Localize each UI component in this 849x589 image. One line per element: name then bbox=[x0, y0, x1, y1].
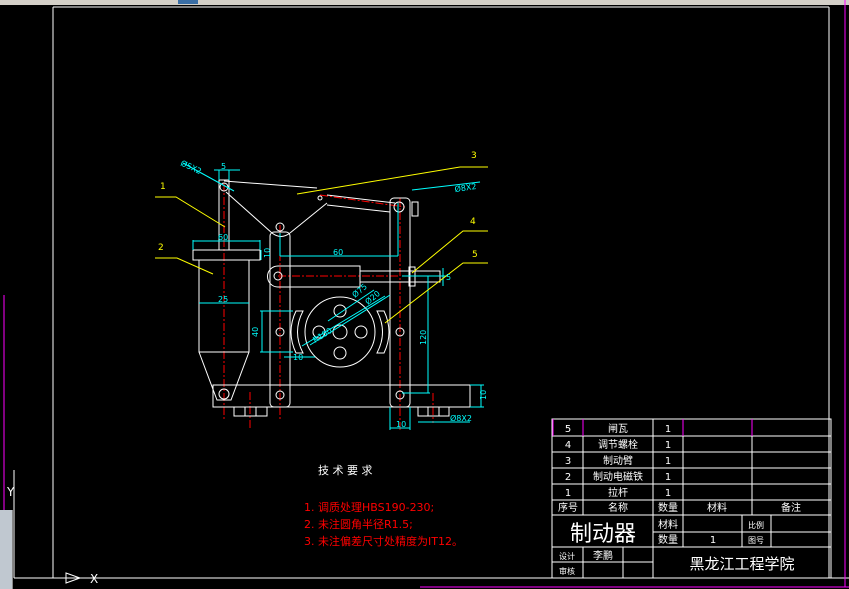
svg-text:10: 10 bbox=[396, 420, 406, 429]
svg-text:2: 2 bbox=[565, 472, 571, 483]
svg-text:调节螺栓: 调节螺栓 bbox=[598, 438, 638, 451]
callout-labels: 1 2 3 4 5 bbox=[158, 151, 478, 260]
svg-text:10: 10 bbox=[263, 248, 272, 258]
svg-text:60: 60 bbox=[218, 233, 228, 242]
svg-text:1: 1 bbox=[565, 488, 571, 499]
svg-text:25: 25 bbox=[218, 295, 228, 304]
cad-drawing-canvas[interactable]: 1 2 3 4 5 Ø5X2 5 60 10 25 60 Ø8X2 40 10 … bbox=[0, 0, 849, 589]
svg-text:4: 4 bbox=[565, 440, 571, 451]
svg-text:X: X bbox=[90, 572, 98, 586]
callout-1: 1 bbox=[160, 182, 166, 192]
svg-text:1: 1 bbox=[710, 535, 716, 546]
svg-text:Y: Y bbox=[6, 485, 15, 499]
svg-text:制动臂: 制动臂 bbox=[603, 454, 633, 467]
ucs-labels: Y X bbox=[6, 485, 98, 586]
svg-text:1: 1 bbox=[665, 488, 671, 499]
callout-4: 4 bbox=[470, 217, 476, 227]
school-name: 黑龙江工程学院 bbox=[689, 555, 794, 573]
svg-text:10: 10 bbox=[293, 353, 303, 362]
note-2: 2. 未注圆角半径R1.5; bbox=[304, 517, 413, 531]
svg-text:R100: R100 bbox=[311, 326, 333, 345]
title-block: 5 闸瓦 1 4 调节螺栓 1 3 制动臂 1 2 制动电磁铁 1 1 拉杆 1 序号 名称 数量 … bbox=[558, 422, 801, 576]
callout-2: 2 bbox=[158, 243, 164, 253]
svg-text:60: 60 bbox=[333, 248, 343, 257]
svg-text:数量: 数量 bbox=[658, 533, 678, 546]
callout-3: 3 bbox=[471, 151, 477, 161]
svg-text:比例: 比例 bbox=[748, 520, 764, 530]
svg-text:Ø8X2: Ø8X2 bbox=[454, 181, 477, 194]
centerlines bbox=[223, 183, 434, 430]
svg-text:Ø5X2: Ø5X2 bbox=[179, 158, 203, 176]
technical-requirements: 技 术 要 求 1. 调质处理HBS190-230; 2. 未注圆角半径R1.5… bbox=[304, 464, 463, 548]
note-1: 1. 调质处理HBS190-230; bbox=[304, 501, 434, 514]
drawing-frame bbox=[14, 6, 849, 579]
svg-text:5: 5 bbox=[221, 162, 226, 171]
ucs-icon bbox=[13, 470, 82, 584]
callout-leaders bbox=[155, 166, 488, 324]
svg-text:图号: 图号 bbox=[748, 536, 764, 545]
svg-text:设计: 设计 bbox=[559, 551, 575, 561]
note-3: 3. 未注偏差尺寸处精度为IT12。 bbox=[304, 534, 463, 548]
svg-text:拉杆: 拉杆 bbox=[608, 486, 628, 499]
drawing-name: 制动器 bbox=[570, 522, 636, 547]
svg-text:1: 1 bbox=[665, 456, 671, 467]
designer-name: 李鹏 bbox=[593, 549, 613, 562]
svg-text:材料: 材料 bbox=[707, 501, 727, 514]
svg-text:10: 10 bbox=[479, 390, 488, 400]
svg-text:名称: 名称 bbox=[608, 501, 628, 514]
svg-text:1: 1 bbox=[665, 424, 671, 435]
svg-text:1: 1 bbox=[665, 472, 671, 483]
svg-text:5: 5 bbox=[565, 424, 571, 435]
svg-text:闸瓦: 闸瓦 bbox=[608, 422, 628, 435]
frame-highlight bbox=[3, 0, 849, 588]
svg-text:备注: 备注 bbox=[781, 501, 801, 514]
svg-text:5: 5 bbox=[446, 273, 451, 282]
svg-text:40: 40 bbox=[251, 327, 260, 337]
svg-text:数量: 数量 bbox=[658, 501, 678, 514]
dimension-labels: Ø5X2 5 60 10 25 60 Ø8X2 40 10 R100 Ø75 Ø… bbox=[179, 158, 488, 429]
svg-text:序号: 序号 bbox=[558, 501, 578, 514]
svg-text:3: 3 bbox=[565, 456, 571, 467]
parts-list: 5 闸瓦 1 4 调节螺栓 1 3 制动臂 1 2 制动电磁铁 1 1 拉杆 1 bbox=[565, 422, 671, 499]
tool-palette[interactable] bbox=[0, 510, 13, 589]
svg-text:120: 120 bbox=[419, 330, 428, 345]
svg-text:1: 1 bbox=[665, 440, 671, 451]
svg-text:审核: 审核 bbox=[559, 566, 575, 576]
notes-title: 技 术 要 求 bbox=[318, 464, 373, 477]
svg-text:制动电磁铁: 制动电磁铁 bbox=[593, 470, 643, 483]
svg-text:材料: 材料 bbox=[658, 518, 678, 531]
svg-text:Ø8X2: Ø8X2 bbox=[450, 413, 472, 423]
callout-5: 5 bbox=[472, 250, 478, 260]
